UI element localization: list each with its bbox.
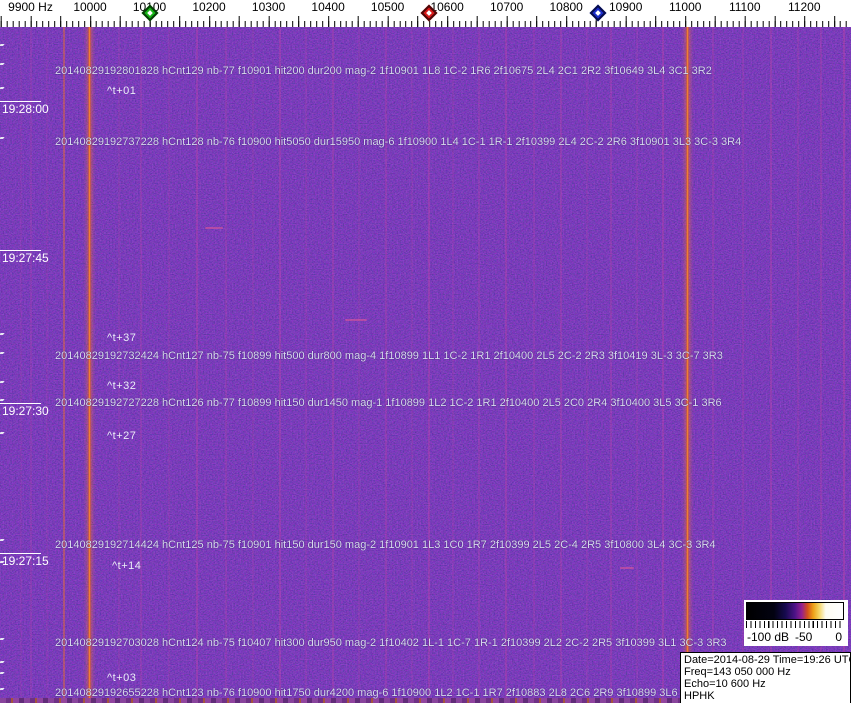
spectrum-lab-window: 9900 Hz100001010010200103001040010500106… — [0, 0, 851, 703]
noise-dash — [345, 319, 367, 321]
noise-texture — [0, 27, 851, 703]
info-date-time: Date=2014-08-29 Time=19:26 UTC — [684, 654, 851, 666]
marker-center-dot — [426, 10, 432, 16]
event-annotation: 20140829192703028 hCnt124 nb-75 f10407 h… — [55, 637, 727, 649]
spectrogram-waterfall: 20140829192801828 hCnt129 nb-77 f10901 h… — [0, 27, 851, 703]
noise-line — [332, 27, 334, 703]
freq-label: 10400 — [310, 0, 346, 14]
noise-dash — [205, 227, 223, 229]
noise-line — [452, 27, 454, 703]
relative-time-marker: ^t+01 — [107, 85, 137, 97]
color-gradient-bar — [746, 602, 844, 620]
noise-line — [385, 27, 387, 703]
freq-label: 10800 — [548, 0, 584, 14]
noise-line — [428, 27, 430, 703]
legend-tick-ruler — [746, 621, 844, 628]
noise-line — [140, 27, 142, 703]
noise-line — [279, 27, 281, 703]
noise-line — [30, 27, 32, 703]
noise-line — [20, 27, 22, 703]
marker-center-dot — [595, 10, 601, 16]
noise-line — [168, 27, 170, 703]
noise-line — [411, 27, 413, 703]
carrier-line-bright — [88, 27, 91, 703]
noise-line — [305, 27, 307, 703]
relative-time-marker: ^t+32 — [107, 380, 137, 392]
noise-line — [533, 27, 535, 703]
legend-label-min: -100 dB — [747, 630, 790, 644]
info-box: Date=2014-08-29 Time=19:26 UTC Freq=143 … — [680, 652, 851, 703]
event-annotation: 20140829192655228 hCnt123 nb-76 f10900 h… — [55, 687, 695, 699]
noise-line — [662, 27, 664, 703]
noise-line — [196, 27, 198, 703]
time-label: 19:28:00 — [2, 102, 49, 116]
freq-label: 11100 — [727, 0, 762, 14]
noise-line — [712, 27, 714, 703]
noise-line — [225, 27, 227, 703]
relative-time-marker: ^t+03 — [107, 672, 137, 684]
frequency-ruler: 9900 Hz100001010010200103001040010500106… — [0, 0, 851, 27]
noise-line — [118, 27, 120, 703]
time-label: 19:27:45 — [2, 251, 49, 265]
relative-time-marker: ^t+14 — [112, 560, 142, 572]
event-annotation: 20140829192801828 hCnt129 nb-77 f10901 h… — [55, 65, 712, 77]
freq-label: 9900 Hz — [7, 0, 54, 14]
marker-center-dot — [147, 10, 153, 16]
carrier-line-bright — [686, 27, 689, 703]
time-label: 19:27:15 — [2, 554, 49, 568]
event-annotation: 20140829192732424 hCnt127 nb-75 f10899 h… — [55, 350, 723, 362]
legend-label-mid: -50 — [795, 630, 813, 644]
time-label: 19:27:30 — [2, 404, 49, 418]
noise-dash — [620, 567, 634, 569]
freq-label: 10700 — [488, 0, 525, 14]
freq-label: 10000 — [72, 0, 108, 14]
freq-label: 11000 — [667, 0, 703, 14]
noise-line — [63, 27, 65, 703]
freq-label: 11200 — [787, 0, 822, 14]
color-scale-legend: -100 dB -50 0 — [744, 600, 848, 646]
noise-line — [46, 27, 48, 703]
noise-line — [358, 27, 360, 703]
noise-line — [478, 27, 480, 703]
freq-label: 10500 — [369, 0, 406, 14]
freq-label: 10900 — [608, 0, 644, 14]
relative-time-marker: ^t+37 — [107, 332, 137, 344]
info-echo: Echo=10 600 Hz — [684, 678, 766, 690]
noise-line — [610, 27, 612, 703]
event-annotation: 20140829192737228 hCnt128 nb-76 f10900 h… — [55, 136, 742, 148]
freq-label: 10300 — [250, 0, 287, 14]
marker-blue[interactable] — [589, 4, 607, 22]
noise-line — [636, 27, 638, 703]
freq-label: 10200 — [191, 0, 227, 14]
legend-label-max: 0 — [835, 630, 842, 644]
info-frequency: Freq=143 050 000 Hz — [684, 666, 791, 678]
info-station-id: HPHK — [684, 690, 715, 702]
noise-line — [586, 27, 588, 703]
noise-line — [252, 27, 254, 703]
relative-time-marker: ^t+27 — [107, 430, 137, 442]
noise-line — [560, 27, 562, 703]
noise-line — [505, 27, 507, 703]
event-annotation: 20140829192714424 hCnt125 nb-75 f10901 h… — [55, 539, 716, 551]
event-annotation: 20140829192727228 hCnt126 nb-77 f10899 h… — [55, 397, 722, 409]
